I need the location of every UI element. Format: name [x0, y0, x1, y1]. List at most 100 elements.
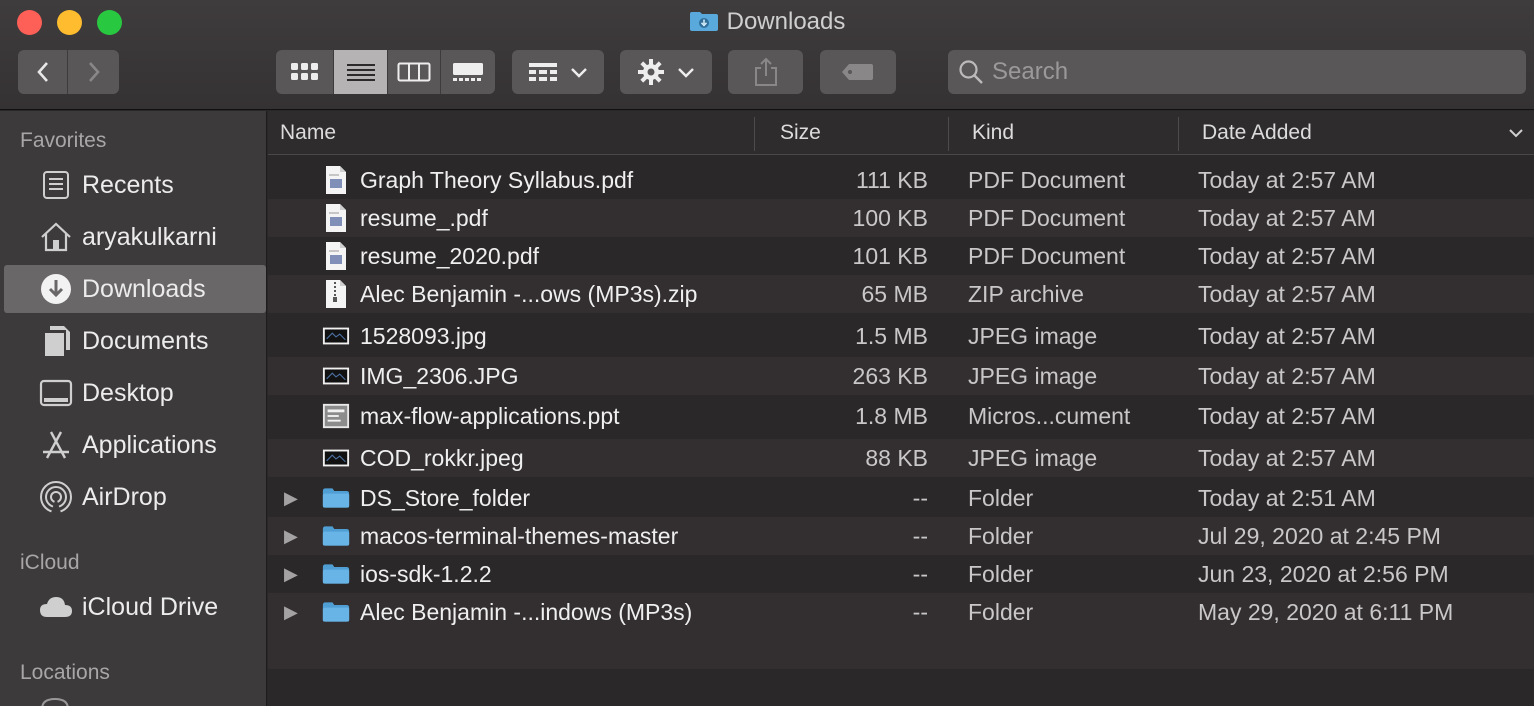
sidebar-item-label: Downloads — [82, 274, 206, 303]
file-name: 1528093.jpg — [360, 322, 487, 349]
file-date-added: Today at 2:57 AM — [1198, 322, 1376, 349]
sidebar-item-recents[interactable]: Recents — [4, 161, 266, 209]
file-row[interactable]: resume_.pdf 100 KB PDF Document Today at 2:… — [268, 199, 1534, 237]
file-name-cell: max-flow-applications.ppt — [322, 397, 620, 435]
name-column-header[interactable]: Name — [280, 111, 750, 155]
file-name-cell: ios-sdk-1.2.2 — [322, 555, 492, 593]
column-divider[interactable] — [754, 117, 755, 151]
file-row[interactable]: COD_rokkr.jpeg 88 KB JPEG image Today at 2:… — [268, 439, 1534, 477]
file-name: macos-terminal-themes-master — [360, 522, 679, 549]
folder-row[interactable]: ▶ Alec Benjamin -...indows (MP3s) -- Folder… — [268, 593, 1534, 631]
disclosure-triangle-icon[interactable]: ▶ — [284, 517, 298, 555]
disclosure-triangle-icon[interactable]: ▶ — [284, 555, 298, 593]
file-date-added: Today at 2:51 AM — [1198, 484, 1376, 511]
image-file-icon — [322, 321, 350, 351]
home-icon — [38, 219, 74, 255]
file-name: Graph Theory Syllabus.pdf — [360, 166, 634, 193]
folder-row[interactable]: ▶ ios-sdk-1.2.2 -- Folder Jun 23, 2020 at 2:… — [268, 555, 1534, 593]
column-divider[interactable] — [1178, 117, 1179, 151]
forward-button[interactable] — [68, 50, 119, 94]
file-row[interactable]: 1528093.jpg 1.5 MB JPEG image Today at 2:57… — [268, 317, 1534, 355]
file-date-added: Today at 2:57 AM — [1198, 444, 1376, 471]
chevron-down-icon — [571, 68, 587, 78]
folder-icon — [322, 521, 350, 551]
image-file-icon — [322, 443, 350, 473]
downloads-icon — [38, 271, 74, 307]
file-name: max-flow-applications.ppt — [360, 402, 620, 429]
group-icon — [529, 63, 557, 81]
file-row[interactable]: max-flow-applications.ppt 1.8 MB Micros...… — [268, 397, 1534, 435]
ppt-file-icon — [322, 401, 350, 431]
file-date-added: Jun 23, 2020 at 2:56 PM — [1198, 560, 1449, 587]
sidebar: Favorites Recents aryakulkarni Downloads… — [0, 111, 267, 706]
list-view-icon — [346, 64, 375, 81]
kind-column-header[interactable]: Kind — [972, 111, 1172, 155]
file-kind: PDF Document — [968, 242, 1126, 269]
recents-icon — [38, 167, 74, 203]
tags-button[interactable] — [820, 50, 896, 94]
file-kind: JPEG image — [968, 362, 1098, 389]
folder-row[interactable]: ▶ macos-terminal-themes-master -- Folder Jul… — [268, 517, 1534, 555]
airdrop-icon — [38, 479, 74, 515]
search-field[interactable] — [948, 50, 1526, 94]
group-by-button[interactable] — [512, 50, 604, 94]
favorites-heading: Favorites — [20, 129, 107, 152]
search-input[interactable] — [992, 58, 1512, 86]
column-view-icon — [397, 62, 431, 82]
navigation-buttons — [18, 50, 119, 94]
sidebar-item-icloud-drive[interactable]: iCloud Drive — [4, 583, 266, 631]
disclosure-triangle-icon[interactable]: ▶ — [284, 593, 298, 631]
size-column-header[interactable]: Size — [780, 111, 940, 155]
folder-icon — [322, 597, 350, 627]
gallery-view-button[interactable] — [441, 50, 495, 94]
column-view-button[interactable] — [388, 50, 441, 94]
sidebar-item-desktop[interactable]: Desktop — [4, 369, 266, 417]
file-kind: Folder — [968, 484, 1034, 511]
sidebar-item-downloads[interactable]: Downloads — [4, 265, 266, 313]
file-size: -- — [912, 560, 928, 587]
file-row[interactable]: resume_2020.pdf 101 KB PDF Document Today a… — [268, 237, 1534, 275]
disclosure-triangle-icon[interactable]: ▶ — [284, 479, 298, 517]
empty-row — [268, 669, 1534, 706]
date-added-column-header[interactable]: Date Added — [1202, 111, 1524, 155]
file-row[interactable]: IMG_2306.JPG 263 KB JPEG image Today at 2:5… — [268, 357, 1534, 395]
tags-group — [820, 50, 896, 94]
empty-row — [268, 631, 1534, 669]
file-date-added: Today at 2:57 AM — [1198, 166, 1376, 193]
pdf-file-icon — [322, 203, 350, 233]
action-dropdown — [620, 50, 712, 94]
zip-file-icon — [322, 279, 350, 309]
sidebar-item-home[interactable]: aryakulkarni — [4, 213, 266, 261]
column-divider[interactable] — [948, 117, 949, 151]
file-row[interactable]: Alec Benjamin -...ows (MP3s).zip 65 MB ZIP… — [268, 275, 1534, 313]
pdf-file-icon — [322, 165, 350, 195]
file-size: 263 KB — [852, 362, 928, 389]
file-kind: Folder — [968, 522, 1034, 549]
downloads-folder-icon — [689, 10, 719, 39]
folder-row[interactable]: ▶ DS_Store_folder -- Folder Today at 2:51 AM — [268, 479, 1534, 517]
sidebar-item-applications[interactable]: Applications — [4, 421, 266, 469]
list-view-button[interactable] — [334, 50, 388, 94]
column-header: Name Size Kind Date Added — [268, 111, 1534, 155]
icon-view-button[interactable] — [276, 50, 334, 94]
sidebar-item-airdrop[interactable]: AirDrop — [4, 473, 266, 521]
file-name: resume_.pdf — [360, 204, 488, 231]
file-size: -- — [912, 522, 928, 549]
file-size: -- — [912, 598, 928, 625]
sort-descending-icon[interactable] — [1508, 127, 1524, 139]
view-mode-buttons — [276, 50, 495, 94]
file-size: 1.8 MB — [855, 402, 928, 429]
file-name-cell: macos-terminal-themes-master — [322, 517, 678, 555]
back-button[interactable] — [18, 50, 68, 94]
file-row[interactable]: Graph Theory Syllabus.pdf 111 KB PDF Docum… — [268, 161, 1534, 199]
file-size: 100 KB — [852, 204, 928, 231]
sidebar-item-documents[interactable]: Documents — [4, 317, 266, 365]
file-name-cell: COD_rokkr.jpeg — [322, 439, 524, 477]
file-name-cell: Alec Benjamin -...ows (MP3s).zip — [322, 275, 697, 313]
action-button[interactable] — [620, 50, 712, 94]
file-name-cell: Alec Benjamin -...indows (MP3s) — [322, 593, 692, 631]
share-button[interactable] — [728, 50, 803, 94]
file-name-cell: Graph Theory Syllabus.pdf — [322, 161, 633, 199]
chevron-left-icon — [36, 62, 48, 82]
sidebar-item-label: iCloud Drive — [82, 592, 219, 621]
